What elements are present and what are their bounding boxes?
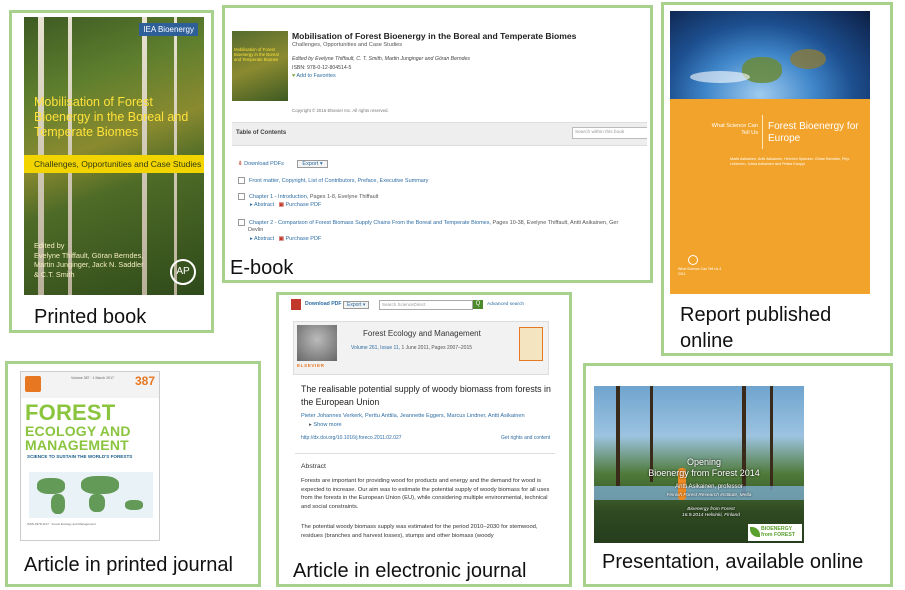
export-button[interactable]: Export ▾ — [343, 301, 370, 309]
presentation-slide-image: Opening Bioenergy from Forest 2014 Antti… — [594, 386, 804, 543]
caption-ebook: E-book — [230, 257, 294, 279]
ebook-page-screenshot: Mobilisation of Forest Bioenergy in the … — [228, 11, 647, 251]
caption-presentation: Presentation, available online — [602, 551, 864, 573]
chapter1-purchase-link[interactable]: Purchase PDF — [286, 202, 322, 208]
panel-ebook: Mobilisation of Forest Bioenergy in the … — [222, 5, 653, 283]
journal-cover-image: Volume 387 · 1 March 2017 387 FOREST ECO… — [20, 371, 160, 541]
pdf-icon: ▣ — [278, 202, 284, 208]
efi-logo-icon — [688, 255, 698, 265]
journal-title: FOREST ECOLOGY AND MANAGEMENT — [25, 400, 131, 453]
toc-row-chapter2[interactable]: Chapter 2 - Comparison of Forest Biomass… — [238, 219, 618, 226]
slide-title: Opening Bioenergy from Forest 2014 — [648, 457, 760, 478]
heart-icon: ♥ — [292, 73, 296, 79]
sciencedirect-search-input[interactable]: Search ScienceDirect — [379, 300, 473, 310]
publisher-name: ELSEVIER — [297, 363, 325, 368]
leaf-icon — [750, 527, 760, 537]
abstract-heading: Abstract — [301, 463, 326, 470]
ebook-title: Mobilisation of Forest Bioenergy in the … — [292, 31, 577, 41]
pdf-icon: ▣ — [278, 236, 284, 242]
show-more-toggle[interactable]: ▸ Show more — [309, 422, 342, 428]
slide-speaker: Antti Asikainen, professor Finnish Fores… — [666, 484, 752, 498]
ebook-authors: Edited by Evelyne Thiffault, C. T. Smith… — [292, 56, 471, 62]
publisher-logo-icon: AP — [170, 259, 196, 285]
ebook-toolbar: ⇩ Download PDFs Export ▾ — [238, 160, 328, 168]
download-pdf-link[interactable]: Download PDF — [305, 301, 342, 307]
toc-search-input[interactable]: Search within this book — [572, 127, 647, 139]
article-authors[interactable]: Pieter Johannes Verkerk, Perttu Anttila,… — [301, 413, 553, 419]
report-cover-image: What Science Can Tell Us Forest Bioenerg… — [670, 11, 870, 294]
chapter2-links: ▸ Abstract ▣ Purchase PDF — [250, 236, 322, 242]
caption-printed-book: Printed book — [34, 306, 147, 328]
publisher-badge: IEA Bioenergy — [139, 23, 198, 36]
earth-image — [670, 11, 870, 99]
ebook-cover-thumb[interactable]: Mobilisation of Forest Bioenergy in the … — [232, 31, 288, 101]
journal-issue: 387 — [134, 374, 155, 388]
rights-link[interactable]: Get rights and content — [501, 435, 550, 441]
panel-printed-journal: Volume 387 · 1 March 2017 387 FOREST ECO… — [5, 361, 261, 587]
export-button[interactable]: Export ▾ — [297, 160, 328, 168]
chapter2-abstract-link[interactable]: Abstract — [254, 236, 274, 242]
checkbox-front-matter[interactable] — [238, 177, 245, 184]
report-series-tagline: What Science Can Tell Us — [711, 123, 758, 136]
ebook-isbn: ISBN: 978-0-12-804514-5 — [292, 65, 352, 71]
download-pdfs-link[interactable]: Download PDFs — [244, 161, 284, 167]
book-cover-image: IEA Bioenergy Mobilisation of Forest Bio… — [24, 17, 204, 295]
journal-volume-line: Volume 261, Issue 11, 1 June 2011, Pages… — [351, 345, 473, 351]
abstract-paragraph-1: Forests are important for providing wood… — [301, 478, 550, 510]
checkbox-chapter2[interactable] — [238, 219, 245, 226]
abstract-paragraph-2: The potential woody biomass supply was e… — [301, 524, 538, 539]
volume-link[interactable]: Volume 261, Issue 11, — [351, 345, 400, 351]
panel-report: What Science Can Tell Us Forest Bioenerg… — [661, 2, 893, 356]
pdf-icon — [291, 299, 301, 310]
journal-volume: Volume 387 · 1 March 2017 — [71, 376, 114, 380]
panel-ejournal: Download PDF Export ▾ Search ScienceDire… — [276, 292, 572, 587]
toc-row-front-matter[interactable]: Front matter, Copyright, List of Contrib… — [238, 177, 428, 184]
panel-printed-book: IEA Bioenergy Mobilisation of Forest Bio… — [9, 10, 214, 333]
caption-printed-journal: Article in printed journal — [24, 554, 233, 576]
chapter2-authors-more: Devlin — [248, 227, 264, 233]
toc-row-chapter1[interactable]: Chapter 1 - Introduction, Pages 1-8, Eve… — [238, 193, 378, 200]
journal-name-link[interactable]: Forest Ecology and Management — [363, 329, 481, 338]
article-title: The realisable potential supply of woody… — [301, 384, 551, 407]
checkbox-chapter1[interactable] — [238, 193, 245, 200]
chapter2-purchase-link[interactable]: Purchase PDF — [286, 236, 322, 242]
pdf-icon: ⇩ — [238, 161, 243, 167]
caption-report: Report published online — [680, 304, 832, 352]
book-title: Mobilisation of Forest Bioenergy in the … — [34, 95, 189, 139]
book-editors: Edited by Evelyne Thiffault, Göran Bernd… — [34, 241, 144, 279]
journal-tagline: SCIENCE TO SUSTAIN THE WORLD'S FORESTS — [27, 454, 133, 459]
world-map-image — [29, 472, 153, 518]
journal-footer: ISSN 0378-1127 · Forest Ecology and Mana… — [27, 522, 96, 526]
book-subtitle: Challenges, Opportunities and Case Studi… — [24, 155, 204, 173]
add-favorites-link[interactable]: ♥ Add to Favorites — [292, 73, 336, 79]
ejournal-page-screenshot: Download PDF Export ▾ Search ScienceDire… — [285, 297, 563, 547]
caption-ejournal: Article in electronic journal — [293, 560, 527, 582]
ebook-copyright: Copyright © 2016 Elsevier Inc. All right… — [292, 108, 389, 113]
toc-label: Table of Contents — [236, 130, 287, 136]
slide-event: Bioenergy from Forest 16.9.2014 Helsinki… — [682, 507, 740, 518]
report-series-info: What Science Can Tell Us 4 2011 — [678, 267, 722, 276]
report-authors: Martti Asikainen, Antti Asikainen, Heinr… — [730, 157, 850, 166]
chapter1-links: ▸ Abstract ▣ Purchase PDF — [250, 202, 322, 208]
bioenergy-from-forest-logo: BIOENERGY from FOREST — [748, 524, 802, 541]
doi-link[interactable]: http://dx.doi.org/10.1016/j.foreco.2011.… — [301, 435, 402, 441]
ebook-subtitle: Challenges, Opportunities and Case Studi… — [292, 42, 403, 48]
search-icon[interactable]: Q — [473, 300, 483, 309]
elsevier-tree-logo-icon — [297, 325, 337, 361]
journal-cover-thumb[interactable] — [519, 327, 543, 361]
elsevier-logo-icon — [25, 376, 41, 392]
panel-presentation: Opening Bioenergy from Forest 2014 Antti… — [583, 363, 893, 587]
advanced-search-link[interactable]: Advanced search — [487, 302, 524, 307]
chapter1-abstract-link[interactable]: Abstract — [254, 202, 274, 208]
report-title: Forest Bioenergy for Europe — [768, 121, 859, 144]
